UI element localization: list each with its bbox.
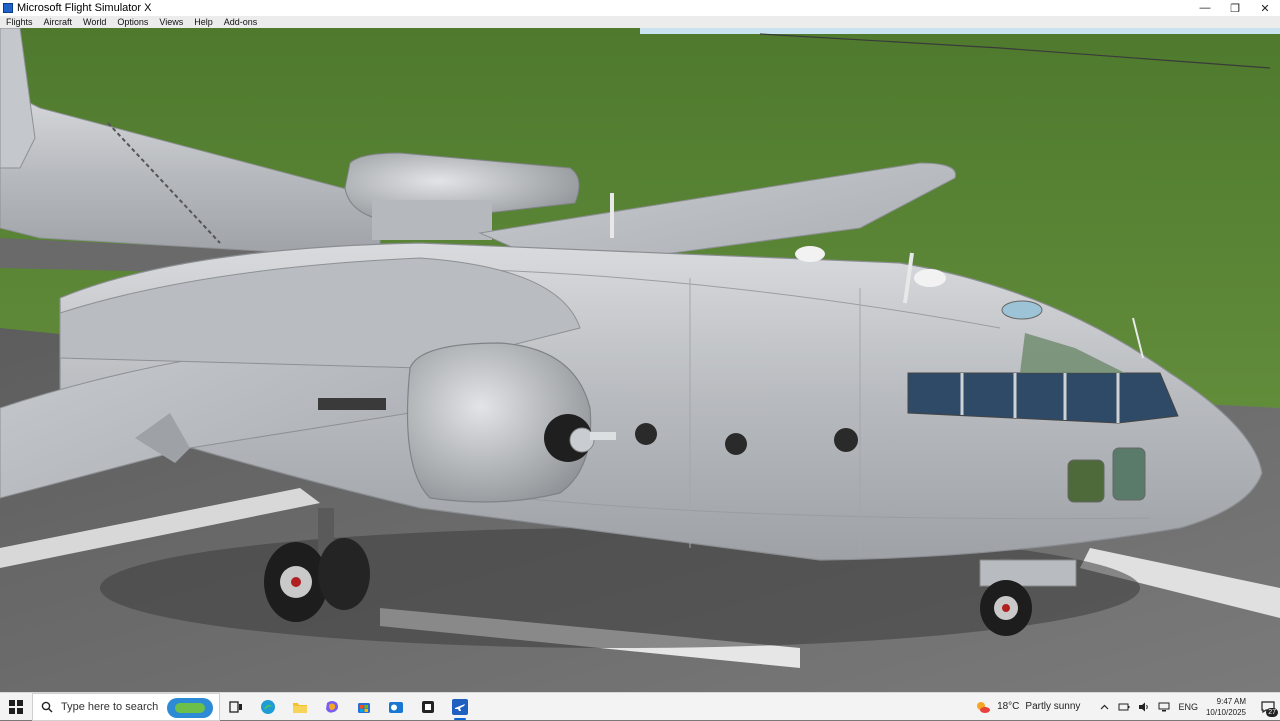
windows-logo-icon: [9, 699, 23, 714]
menu-options[interactable]: Options: [111, 16, 153, 28]
nose-gear-door: [979, 559, 1077, 587]
menu-aircraft[interactable]: Aircraft: [38, 16, 78, 28]
app-button[interactable]: [412, 693, 444, 721]
system-tray: 18°C Partly sunny ENG 9:47 AM 10/10/2025…: [975, 693, 1280, 721]
fsx-app-icon: [3, 3, 13, 13]
folder-icon: [293, 702, 307, 713]
notification-count-badge: 27: [1266, 707, 1278, 717]
microsoft-store-button[interactable]: [348, 693, 380, 721]
close-button[interactable]: ✕: [1250, 0, 1280, 16]
menu-flights[interactable]: Flights: [0, 16, 38, 28]
taskbar-search[interactable]: [32, 692, 220, 721]
weather-condition: Partly sunny: [1025, 701, 1081, 712]
far-pylon: [372, 200, 492, 240]
task-view-button[interactable]: [220, 693, 252, 721]
clock-date: 10/10/2025: [1205, 707, 1246, 717]
taskbar: 18°C Partly sunny ENG: [0, 692, 1280, 721]
task-view-icon: [229, 700, 242, 713]
outlook-button[interactable]: [380, 693, 412, 721]
clock-time: 9:47 AM: [1216, 696, 1246, 706]
app-icon: [422, 700, 434, 713]
minimize-button[interactable]: —: [1190, 0, 1220, 16]
menu-bar: Flights Aircraft World Options Views Hel…: [0, 16, 1280, 28]
nose-wheel-center: [1002, 604, 1010, 612]
main-wheel-2: [318, 538, 370, 610]
file-explorer-button[interactable]: [284, 693, 316, 721]
search-icon: [41, 701, 53, 712]
chevron-up-icon: [1100, 704, 1109, 709]
network-tray-button[interactable]: [1156, 702, 1172, 712]
side-window-1: [1067, 459, 1105, 503]
network-icon: [1158, 702, 1170, 711]
radome-1: [795, 246, 825, 262]
outlook-icon: [389, 701, 403, 713]
restore-button[interactable]: ❐: [1220, 0, 1250, 16]
porthole-1: [635, 423, 657, 445]
store-icon: [358, 702, 370, 713]
porthole-2: [725, 433, 747, 455]
show-hidden-icons-button[interactable]: [1096, 704, 1112, 710]
propeller-stub: [590, 432, 616, 440]
menu-views[interactable]: Views: [153, 16, 188, 28]
menu-help[interactable]: Help: [188, 16, 218, 28]
clock[interactable]: 9:47 AM 10/10/2025: [1206, 696, 1246, 718]
side-window-2: [1112, 447, 1146, 501]
partly-sunny-icon: [977, 701, 991, 713]
plane-icon: [452, 698, 468, 715]
menu-world[interactable]: World: [77, 16, 111, 28]
edge-icon: [261, 699, 275, 714]
porthole-3: [834, 428, 858, 452]
sim-3d-view[interactable]: [0, 28, 1280, 692]
scene-render: [0, 28, 1280, 692]
search-input[interactable]: [59, 699, 173, 714]
notification-center-button[interactable]: 27: [1256, 693, 1280, 721]
menu-add-ons[interactable]: Add-ons: [218, 16, 263, 28]
battery-tray-button[interactable]: [1116, 702, 1132, 712]
weather-temp: 18°C: [997, 701, 1020, 712]
window-title: Microsoft Flight Simulator X: [17, 2, 152, 14]
battery-icon: [1118, 703, 1130, 710]
edge-button[interactable]: [252, 693, 284, 721]
title-bar: Microsoft Flight Simulator X — ❐ ✕: [0, 0, 1280, 16]
horizon-sky: [640, 28, 1280, 34]
flight-simulator-button[interactable]: [444, 693, 476, 721]
main-wheel-center-1: [291, 577, 301, 587]
input-language[interactable]: ENG: [1178, 702, 1198, 712]
weather-widget[interactable]: 18°C Partly sunny: [975, 700, 1080, 714]
volume-tray-button[interactable]: [1136, 702, 1152, 712]
radome-2: [914, 269, 946, 287]
copilot-icon: [326, 700, 338, 713]
search-highlight-image: [167, 697, 213, 718]
speaker-icon: [1139, 702, 1149, 711]
wing-vent: [318, 398, 386, 410]
copilot-button[interactable]: [316, 693, 348, 721]
astrodome: [1001, 300, 1043, 320]
start-button[interactable]: [0, 693, 32, 721]
